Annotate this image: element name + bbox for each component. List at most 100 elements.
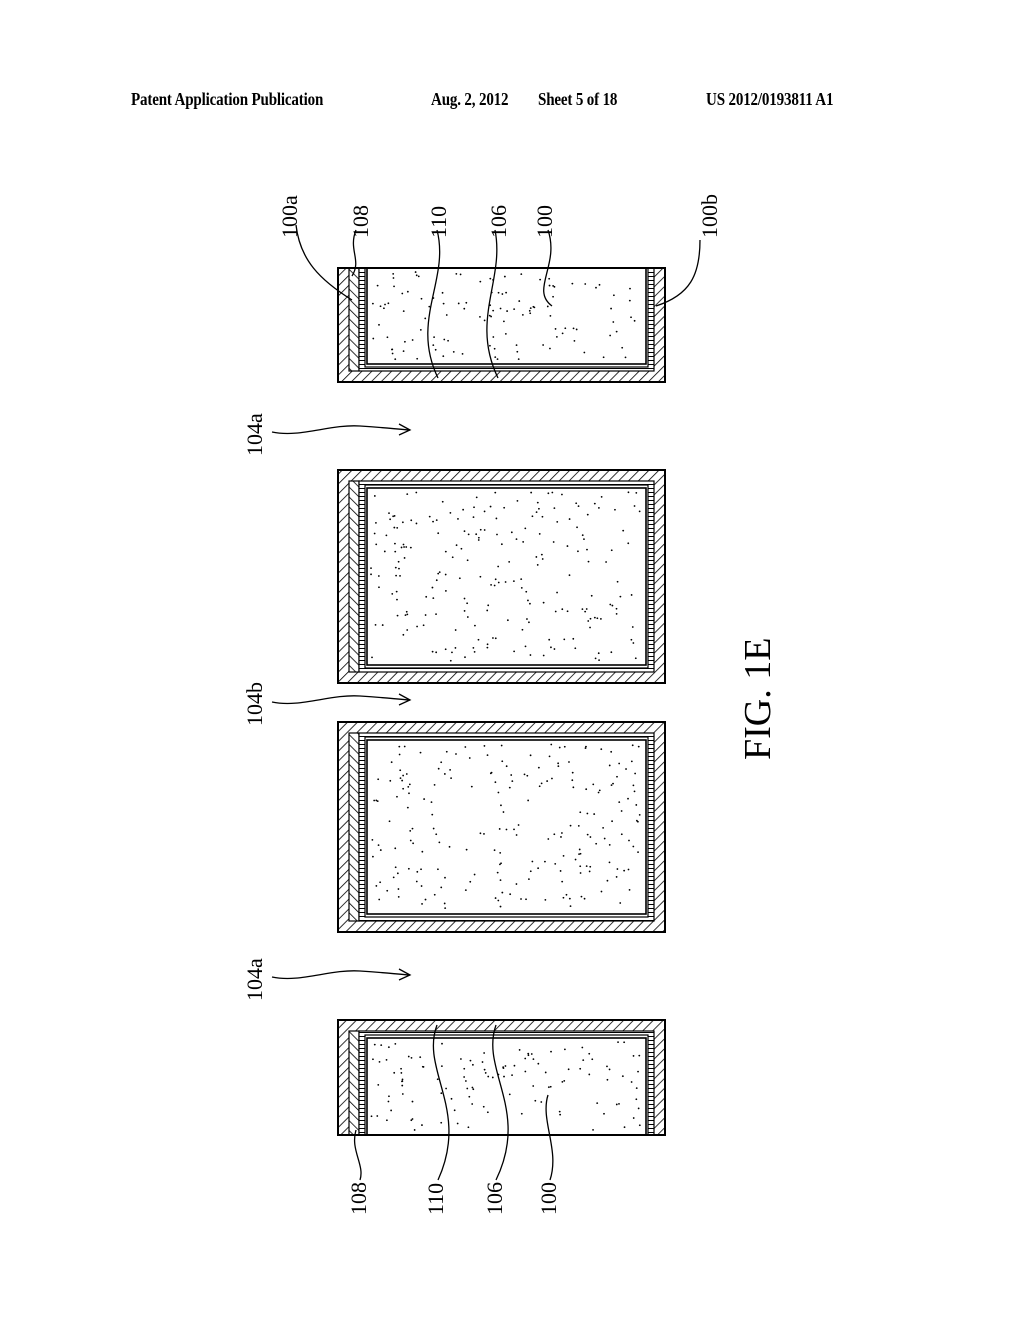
stipple-dot: [528, 621, 530, 624]
stipple-dot: [535, 556, 538, 558]
core-100: [366, 267, 647, 365]
stipple-dot: [403, 745, 406, 748]
stipple-dot: [577, 824, 580, 827]
stipple-dot: [495, 517, 498, 520]
stipple-dot: [521, 313, 524, 316]
stipple-dot: [457, 518, 459, 520]
core-100: [366, 487, 647, 666]
stipple-dot: [440, 1121, 443, 1124]
stipple-dot: [508, 560, 511, 563]
stipple-dot: [589, 626, 591, 629]
top-label-5: 100b: [697, 194, 722, 238]
stipple-dot: [629, 287, 631, 290]
stipple-dot: [387, 302, 390, 305]
stipple-dot: [435, 579, 438, 582]
stipple-dot: [526, 618, 528, 620]
stipple-dot: [444, 573, 447, 576]
stipple-dot: [455, 272, 458, 275]
stipple-dot: [494, 491, 497, 494]
stipple-dot: [379, 305, 382, 308]
stipple-dot: [512, 580, 515, 582]
stipple-dot: [539, 278, 542, 281]
stipple-dot: [466, 616, 469, 618]
stipple-dot: [615, 876, 618, 878]
stipple-dot: [472, 516, 475, 519]
stipple-dot: [400, 546, 403, 549]
stipple-dot: [431, 586, 434, 589]
stipple-dot: [623, 1126, 626, 1129]
stipple-dot: [447, 339, 449, 342]
stipple-dot: [616, 775, 618, 778]
stipple-dot: [577, 550, 579, 553]
stipple-dot: [371, 302, 374, 305]
stipple-dot: [393, 285, 395, 288]
stipple-dot: [589, 836, 592, 838]
stipple-dot: [575, 502, 578, 505]
layer-108: [348, 732, 360, 922]
stipple-dot: [477, 638, 480, 641]
stipple-dot: [631, 626, 634, 628]
stipple-dot: [483, 529, 486, 531]
stipple-dot: [451, 651, 453, 654]
stipple-dot: [410, 519, 413, 522]
top-label-3: 106: [486, 205, 511, 238]
stipple-dot: [610, 651, 613, 654]
bottom-label-0: 108: [346, 1182, 371, 1215]
stipple-dot: [502, 811, 505, 813]
stipple-dot: [546, 780, 549, 782]
stipple-dot: [585, 788, 588, 791]
stipple-dot: [415, 274, 418, 277]
stipple-dot: [454, 647, 457, 649]
stipple-dot: [505, 291, 508, 294]
stipple-dot: [432, 827, 435, 830]
stipple-dot: [548, 277, 551, 280]
stipple-dot: [453, 1109, 456, 1112]
stipple-dot: [400, 1067, 402, 1070]
stipple-dot: [443, 902, 446, 905]
stipple-dot: [564, 1048, 566, 1051]
stipple-dot: [554, 610, 557, 613]
stipple-dot: [520, 586, 523, 589]
leader-line: [354, 1129, 362, 1181]
stipple-dot: [600, 890, 603, 893]
stipple-dot: [391, 593, 394, 595]
stipple-dot: [529, 312, 532, 315]
stipple-dot: [598, 283, 601, 286]
stipple-dot: [605, 561, 607, 563]
stipple-dot: [595, 286, 597, 289]
stipple-dot: [503, 506, 506, 509]
stipple-dot: [386, 889, 389, 892]
top-label-2: 110: [426, 206, 451, 238]
stipple-dot: [610, 307, 612, 310]
stipple-dot: [401, 292, 404, 295]
stipple-dot: [389, 779, 392, 782]
stipple-dot: [497, 791, 500, 794]
stipple-dot: [432, 597, 435, 600]
stipple-dot: [490, 583, 492, 586]
stipple-dot: [473, 650, 476, 653]
stipple-dot: [524, 1057, 527, 1060]
stipple-dot: [532, 1085, 535, 1087]
stipple-dot: [552, 541, 555, 543]
stipple-dot: [542, 344, 545, 346]
stipple-dot: [372, 337, 375, 340]
stipple-dot: [486, 1111, 489, 1114]
stipple-dot: [611, 820, 613, 823]
figure-caption: FIG. 1E: [737, 638, 779, 760]
stipple-dot: [424, 317, 427, 320]
stipple-dot: [541, 558, 544, 560]
stipple-dot: [503, 275, 506, 278]
stipple-dot: [593, 813, 596, 815]
stipple-dot: [468, 1095, 471, 1098]
stipple-dot: [497, 581, 500, 584]
stipple-dot: [493, 347, 496, 350]
stipple-dot: [387, 1100, 390, 1103]
stipple-dot: [381, 624, 384, 626]
stipple-dot: [536, 501, 539, 504]
stipple-dot: [565, 893, 568, 896]
stipple-dot: [432, 520, 434, 523]
stipple-dot: [630, 638, 633, 641]
stipple-dot: [492, 336, 495, 338]
stipple-dot: [622, 529, 625, 532]
stipple-dot: [372, 855, 374, 858]
